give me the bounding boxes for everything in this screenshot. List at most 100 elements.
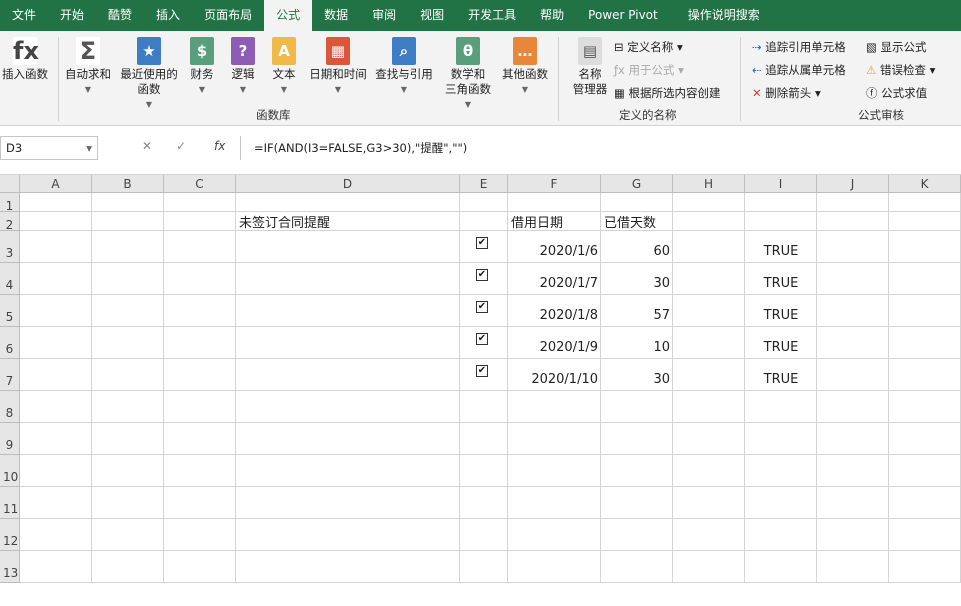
cell-D9[interactable] bbox=[236, 423, 460, 455]
cell-E11[interactable] bbox=[460, 487, 508, 519]
cell-C13[interactable] bbox=[164, 551, 236, 583]
cell-C8[interactable] bbox=[164, 391, 236, 423]
tab-4[interactable]: 页面布局 bbox=[192, 0, 264, 31]
cell-D4[interactable] bbox=[236, 263, 460, 295]
show-formulas-button[interactable]: ▧ 显示公式 bbox=[866, 39, 927, 55]
cell-H7[interactable] bbox=[673, 359, 745, 391]
cell-B8[interactable] bbox=[92, 391, 164, 423]
column-header-G[interactable]: G bbox=[601, 175, 673, 193]
days-cell[interactable]: 10 bbox=[601, 327, 673, 359]
cell-G11[interactable] bbox=[601, 487, 673, 519]
cell-J5[interactable] bbox=[817, 295, 889, 327]
column-header-H[interactable]: H bbox=[673, 175, 745, 193]
borrow-date-cell[interactable]: 2020/1/8 bbox=[508, 295, 601, 327]
cell-B10[interactable] bbox=[92, 455, 164, 487]
cell-J3[interactable] bbox=[817, 231, 889, 263]
days-cell[interactable]: 60 bbox=[601, 231, 673, 263]
cell-B12[interactable] bbox=[92, 519, 164, 551]
function-button-2[interactable]: ★ 最近使用的 函数 ▼ bbox=[116, 31, 182, 112]
remove-arrows-button[interactable]: ✕ 删除箭头 ▾ bbox=[752, 85, 821, 101]
cell-C7[interactable] bbox=[164, 359, 236, 391]
cell-J8[interactable] bbox=[817, 391, 889, 423]
cell-A3[interactable] bbox=[20, 231, 92, 263]
cell-C4[interactable] bbox=[164, 263, 236, 295]
cell-E12[interactable] bbox=[460, 519, 508, 551]
cell-F12[interactable] bbox=[508, 519, 601, 551]
cell-A5[interactable] bbox=[20, 295, 92, 327]
flag-cell[interactable]: TRUE bbox=[745, 263, 817, 295]
cell-D11[interactable] bbox=[236, 487, 460, 519]
cell-J10[interactable] bbox=[817, 455, 889, 487]
cell-C5[interactable] bbox=[164, 295, 236, 327]
tab-10[interactable]: 帮助 bbox=[528, 0, 576, 31]
cell-G9[interactable] bbox=[601, 423, 673, 455]
cell-D13[interactable] bbox=[236, 551, 460, 583]
cell-K5[interactable] bbox=[889, 295, 961, 327]
cell-J2[interactable] bbox=[817, 212, 889, 231]
tab-0[interactable]: 文件 bbox=[0, 0, 48, 31]
row-header-10[interactable]: 10 bbox=[0, 455, 20, 487]
cell-G12[interactable] bbox=[601, 519, 673, 551]
cell-G1[interactable] bbox=[601, 193, 673, 212]
cell-B1[interactable] bbox=[92, 193, 164, 212]
cell-H11[interactable] bbox=[673, 487, 745, 519]
evaluate-formula-button[interactable]: ⓕ 公式求值 bbox=[866, 85, 927, 101]
cell-F9[interactable] bbox=[508, 423, 601, 455]
function-button-7[interactable]: ⌕ 查找与引用 ▼ bbox=[372, 31, 436, 97]
cell-F13[interactable] bbox=[508, 551, 601, 583]
function-button-1[interactable]: Σ 自动求和 ▼ bbox=[60, 31, 116, 97]
row-header-7[interactable]: 7 bbox=[0, 359, 20, 391]
trace-precedents-button[interactable]: ⇢ 追踪引用单元格 bbox=[752, 39, 846, 55]
cell-K6[interactable] bbox=[889, 327, 961, 359]
cell-D1[interactable] bbox=[236, 193, 460, 212]
row-header-4[interactable]: 4 bbox=[0, 263, 20, 295]
cell-C1[interactable] bbox=[164, 193, 236, 212]
cell-A6[interactable] bbox=[20, 327, 92, 359]
tab-8[interactable]: 视图 bbox=[408, 0, 456, 31]
cell-A9[interactable] bbox=[20, 423, 92, 455]
cell-J11[interactable] bbox=[817, 487, 889, 519]
cell-H9[interactable] bbox=[673, 423, 745, 455]
cell-J1[interactable] bbox=[817, 193, 889, 212]
cell-B4[interactable] bbox=[92, 263, 164, 295]
row-header-1[interactable]: 1 bbox=[0, 193, 20, 213]
tab-5[interactable]: 公式 bbox=[264, 0, 313, 31]
cell-I10[interactable] bbox=[745, 455, 817, 487]
cell-D8[interactable] bbox=[236, 391, 460, 423]
column-header-A[interactable]: A bbox=[20, 175, 92, 193]
enter-icon[interactable]: ✓ bbox=[176, 139, 186, 153]
flag-cell[interactable]: TRUE bbox=[745, 327, 817, 359]
header-borrow-date[interactable]: 借用日期 bbox=[508, 212, 601, 231]
cell-H6[interactable] bbox=[673, 327, 745, 359]
formula-input[interactable]: =IF(AND(I3=FALSE,G3>30),"提醒","") bbox=[240, 136, 961, 160]
cell-A10[interactable] bbox=[20, 455, 92, 487]
checkbox[interactable]: ✔ bbox=[476, 237, 488, 249]
cell-J12[interactable] bbox=[817, 519, 889, 551]
tab-7[interactable]: 审阅 bbox=[360, 0, 408, 31]
cell-C6[interactable] bbox=[164, 327, 236, 359]
cell-A2[interactable] bbox=[20, 212, 92, 231]
cell-K12[interactable] bbox=[889, 519, 961, 551]
cell-B5[interactable] bbox=[92, 295, 164, 327]
cell-G8[interactable] bbox=[601, 391, 673, 423]
cell-D12[interactable] bbox=[236, 519, 460, 551]
name-box[interactable]: D3 ▾ bbox=[0, 136, 98, 160]
checkbox[interactable]: ✔ bbox=[476, 301, 488, 313]
cell-C12[interactable] bbox=[164, 519, 236, 551]
column-header-F[interactable]: F bbox=[508, 175, 601, 193]
cell-A13[interactable] bbox=[20, 551, 92, 583]
cell-A11[interactable] bbox=[20, 487, 92, 519]
row-header-9[interactable]: 9 bbox=[0, 423, 20, 455]
column-header-E[interactable]: E bbox=[460, 175, 508, 193]
cell-A4[interactable] bbox=[20, 263, 92, 295]
trace-dependents-button[interactable]: ⇠ 追踪从属单元格 bbox=[752, 62, 846, 78]
column-header-C[interactable]: C bbox=[164, 175, 236, 193]
borrow-date-cell[interactable]: 2020/1/6 bbox=[508, 231, 601, 263]
column-header-B[interactable]: B bbox=[92, 175, 164, 193]
cell-J13[interactable] bbox=[817, 551, 889, 583]
function-button-5[interactable]: A 文本 ▼ bbox=[266, 31, 302, 97]
cell-K11[interactable] bbox=[889, 487, 961, 519]
cell-H12[interactable] bbox=[673, 519, 745, 551]
cell-H3[interactable] bbox=[673, 231, 745, 263]
row-header-12[interactable]: 12 bbox=[0, 519, 20, 551]
